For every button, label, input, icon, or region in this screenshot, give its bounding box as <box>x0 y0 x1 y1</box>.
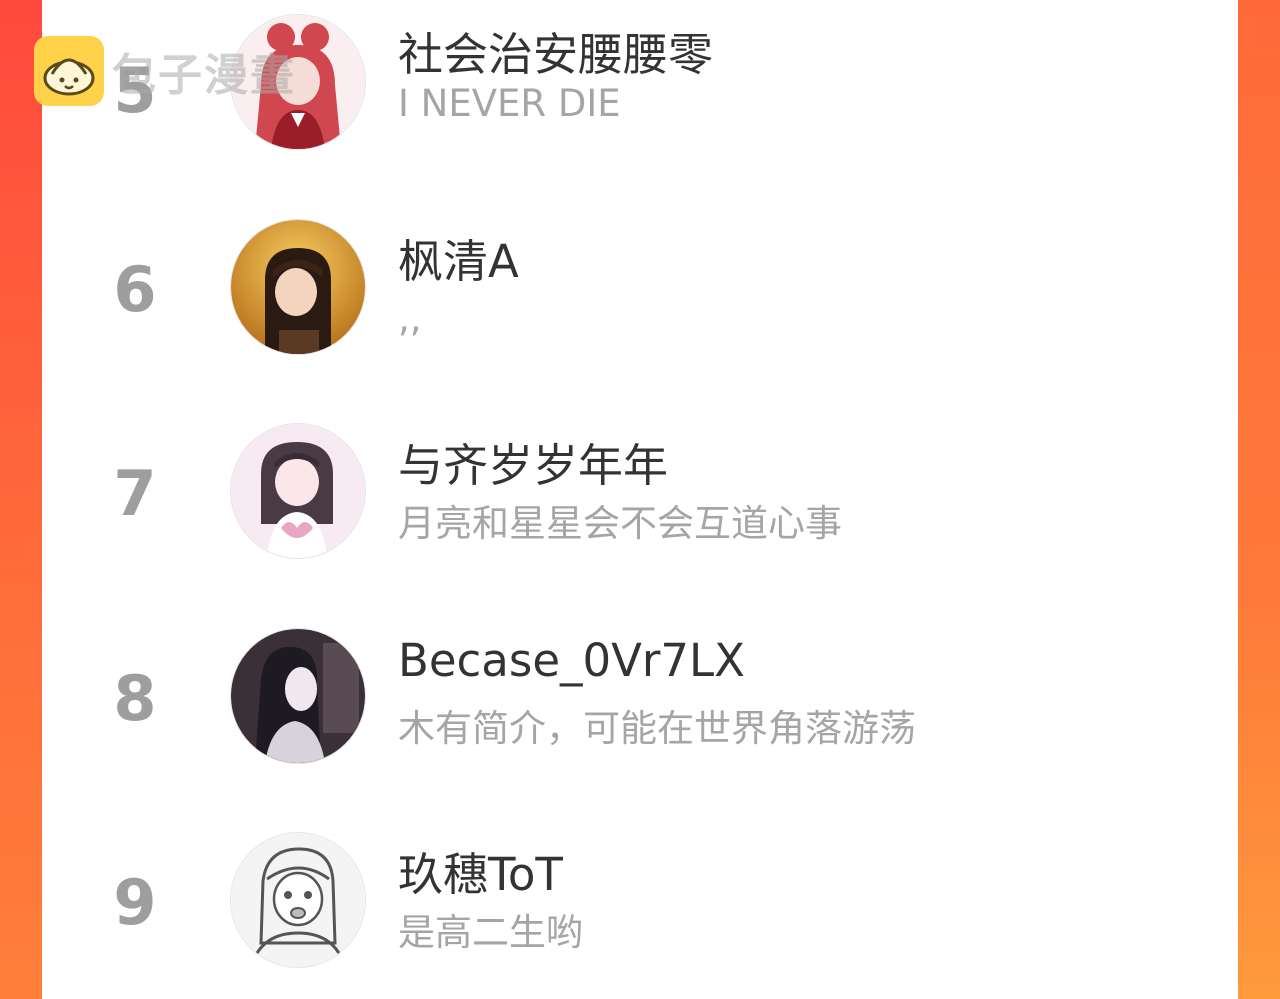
rank-number: 6 <box>113 253 157 326</box>
rank-number: 8 <box>113 662 157 735</box>
user-name: 枫清A <box>398 235 519 288</box>
list-item[interactable]: 9 玖穗ToT 是高二生哟 <box>42 830 1238 980</box>
watermark: 包子漫畫 <box>34 36 296 106</box>
user-bio: 月亮和星星会不会互道心事 <box>398 502 842 545</box>
bun-icon <box>34 36 104 106</box>
rank-number: 9 <box>113 866 157 939</box>
avatar[interactable] <box>230 628 366 764</box>
user-name: 社会治安腰腰零 <box>398 28 714 81</box>
user-bio: 是高二生哟 <box>398 911 583 954</box>
list-item[interactable]: 6 枫清A ,, <box>42 217 1238 367</box>
user-name: 玖穗ToT <box>398 848 563 901</box>
watermark-text: 包子漫畫 <box>112 50 296 101</box>
user-bio: 木有简介，可能在世界角落游荡 <box>398 707 916 750</box>
screen: 包子漫畫 5 社会治安腰腰零 I NEVER DIE 6 枫清A ,, 7 与齐… <box>0 0 1280 999</box>
avatar[interactable] <box>230 423 366 559</box>
list-item[interactable]: 8 Becase_0Vr7LX 木有简介，可能在世界角落游荡 <box>42 626 1238 776</box>
user-name: Becase_0Vr7LX <box>398 634 745 687</box>
list-item[interactable]: 7 与齐岁岁年年 月亮和星星会不会互道心事 <box>42 421 1238 571</box>
rank-number: 7 <box>113 457 157 530</box>
user-bio: ,, <box>398 297 422 340</box>
avatar[interactable] <box>230 832 366 968</box>
user-name: 与齐岁岁年年 <box>398 439 669 492</box>
user-bio: I NEVER DIE <box>398 82 621 125</box>
avatar[interactable] <box>230 219 366 355</box>
